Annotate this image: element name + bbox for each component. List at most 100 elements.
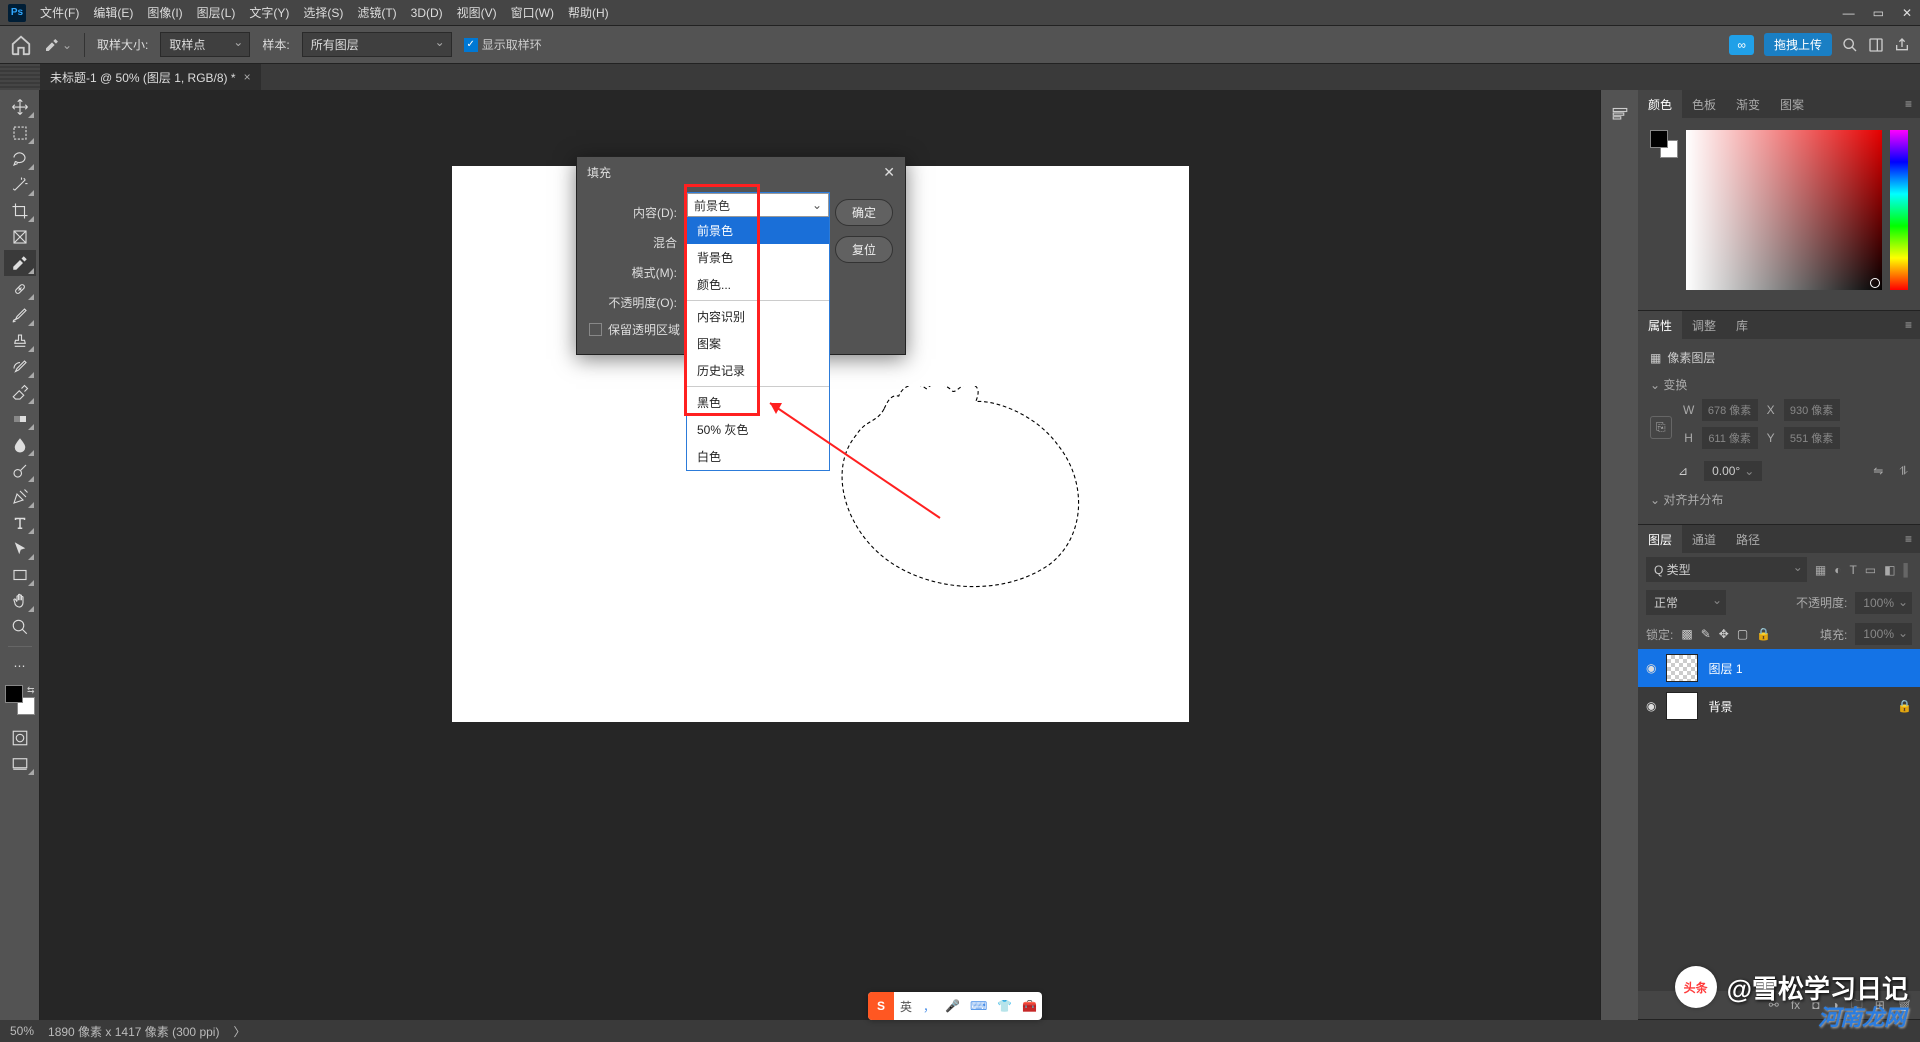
menu-image[interactable]: 图像(I) [147, 4, 182, 21]
panel-menu-icon[interactable]: ≡ [1897, 318, 1920, 332]
path-select-tool[interactable] [4, 536, 36, 562]
history-icon[interactable] [1604, 100, 1636, 126]
ime-keyboard-icon[interactable]: ⌨ [965, 999, 992, 1013]
magic-wand-tool[interactable] [4, 172, 36, 198]
fill-input[interactable]: 100% [1855, 623, 1912, 645]
type-tool[interactable] [4, 510, 36, 536]
rectangle-tool[interactable] [4, 562, 36, 588]
swap-colors-icon[interactable]: ⇆ [27, 685, 35, 696]
angle-input[interactable]: 0.00°⌄ [1704, 461, 1762, 481]
screenmode-icon[interactable] [4, 751, 36, 777]
tab-properties[interactable]: 属性 [1638, 311, 1682, 339]
tab-color[interactable]: 颜色 [1638, 90, 1682, 118]
filter-image-icon[interactable]: ▦ [1815, 563, 1826, 577]
layer-row[interactable]: ◉ 图层 1 [1638, 649, 1920, 687]
tab-patterns[interactable]: 图案 [1770, 90, 1814, 118]
hue-slider[interactable] [1890, 130, 1908, 290]
tool-preset-icon[interactable]: ⌄ [44, 34, 72, 56]
dialog-titlebar[interactable]: 填充 ✕ [577, 157, 905, 187]
minimize-icon[interactable]: — [1843, 6, 1855, 20]
dialog-close-icon[interactable]: ✕ [883, 164, 895, 181]
dropdown-item-background[interactable]: 背景色 [687, 244, 829, 271]
stamp-tool[interactable] [4, 328, 36, 354]
gradient-tool[interactable] [4, 406, 36, 432]
x-input[interactable]: 930 像素 [1784, 399, 1840, 421]
filter-type-icon[interactable]: T [1849, 563, 1856, 577]
align-section[interactable]: ⌄ 对齐并分布 [1650, 491, 1908, 508]
brush-tool[interactable] [4, 302, 36, 328]
link-wh-icon[interactable]: ⎘ [1650, 416, 1672, 439]
content-select[interactable]: 前景色 [687, 193, 829, 217]
status-arrow-icon[interactable]: 〉 [233, 1023, 245, 1040]
lock-paint-icon[interactable]: ✎ [1701, 627, 1711, 641]
layer-thumbnail[interactable] [1666, 692, 1698, 720]
frame-tool[interactable] [4, 224, 36, 250]
maximize-icon[interactable]: ▭ [1873, 6, 1884, 20]
dodge-tool[interactable] [4, 458, 36, 484]
menu-help[interactable]: 帮助(H) [568, 4, 609, 21]
ok-button[interactable]: 确定 [835, 199, 893, 226]
ime-toolbox-icon[interactable]: 🧰 [1017, 999, 1042, 1013]
quickmask-icon[interactable] [4, 725, 36, 751]
lock-all-icon[interactable]: 🔒 [1756, 627, 1771, 641]
filter-shape-icon[interactable]: ▭ [1865, 563, 1876, 577]
history-brush-tool[interactable] [4, 354, 36, 380]
pen-tool[interactable] [4, 484, 36, 510]
search-icon[interactable] [1842, 37, 1858, 53]
color-mini-swatches[interactable] [1650, 130, 1678, 158]
marquee-tool[interactable] [4, 120, 36, 146]
ime-lang[interactable]: 英 [894, 998, 918, 1015]
crop-tool[interactable] [4, 198, 36, 224]
dropdown-item-black[interactable]: 黑色 [687, 389, 829, 416]
opacity-input[interactable]: 100% [1855, 592, 1912, 614]
filter-smart-icon[interactable]: ◧ [1884, 563, 1895, 577]
flip-h-icon[interactable]: ⇋ [1873, 464, 1883, 478]
eraser-tool[interactable] [4, 380, 36, 406]
menu-edit[interactable]: 编辑(E) [93, 4, 133, 21]
blur-tool[interactable] [4, 432, 36, 458]
lock-trans-icon[interactable]: ▩ [1681, 627, 1692, 641]
visibility-icon[interactable]: ◉ [1646, 661, 1656, 675]
filter-adjust-icon[interactable]: ◐ [1834, 563, 1841, 577]
dropdown-item-white[interactable]: 白色 [687, 443, 829, 470]
tab-adjustments[interactable]: 调整 [1682, 311, 1726, 339]
move-tool[interactable] [4, 94, 36, 120]
document-tab[interactable]: 未标题-1 @ 50% (图层 1, RGB/8) * × [40, 64, 261, 90]
lock-pos-icon[interactable]: ✥ [1719, 627, 1729, 641]
menu-view[interactable]: 视图(V) [457, 4, 497, 21]
menu-file[interactable]: 文件(F) [40, 4, 79, 21]
close-icon[interactable]: ✕ [1902, 6, 1912, 20]
ime-punc[interactable]: ， [918, 998, 940, 1015]
dropdown-item-pattern[interactable]: 图案 [687, 330, 829, 357]
menu-3d[interactable]: 3D(D) [411, 6, 443, 20]
layer-row[interactable]: ◉ 背景 🔒 [1638, 687, 1920, 725]
color-field[interactable] [1686, 130, 1882, 290]
dropdown-item-foreground[interactable]: 前景色 [687, 217, 829, 244]
visibility-icon[interactable]: ◉ [1646, 699, 1656, 713]
workspace-icon[interactable] [1868, 37, 1884, 53]
doc-info[interactable]: 1890 像素 x 1417 像素 (300 ppi) [48, 1023, 219, 1040]
tab-swatches[interactable]: 色板 [1682, 90, 1726, 118]
ime-voice-icon[interactable]: 🎤 [940, 999, 965, 1013]
eyedropper-tool[interactable] [4, 250, 36, 276]
ime-skin-icon[interactable]: 👕 [992, 999, 1017, 1013]
upload-button[interactable]: 拖拽上传 [1764, 33, 1832, 56]
tab-layers[interactable]: 图层 [1638, 525, 1682, 553]
zoom-level[interactable]: 50% [10, 1024, 34, 1038]
sample-select[interactable]: 所有图层 [302, 32, 452, 57]
layer-thumbnail[interactable] [1666, 654, 1698, 682]
dropdown-item-gray[interactable]: 50% 灰色 [687, 416, 829, 443]
dropdown-item-content-aware[interactable]: 内容识别 [687, 303, 829, 330]
zoom-tool[interactable] [4, 614, 36, 640]
layer-name[interactable]: 图层 1 [1708, 660, 1742, 677]
color-swatches[interactable]: ⇆ [5, 685, 35, 715]
lasso-tool[interactable] [4, 146, 36, 172]
transform-section[interactable]: ⌄ 变换 [1650, 376, 1908, 393]
tab-paths[interactable]: 路径 [1726, 525, 1770, 553]
y-input[interactable]: 551 像素 [1784, 427, 1840, 449]
show-sampling-ring[interactable]: ✓显示取样环 [464, 36, 542, 53]
menu-type[interactable]: 文字(Y) [249, 4, 289, 21]
panel-menu-icon[interactable]: ≡ [1897, 532, 1920, 546]
healing-tool[interactable] [4, 276, 36, 302]
tab-channels[interactable]: 通道 [1682, 525, 1726, 553]
